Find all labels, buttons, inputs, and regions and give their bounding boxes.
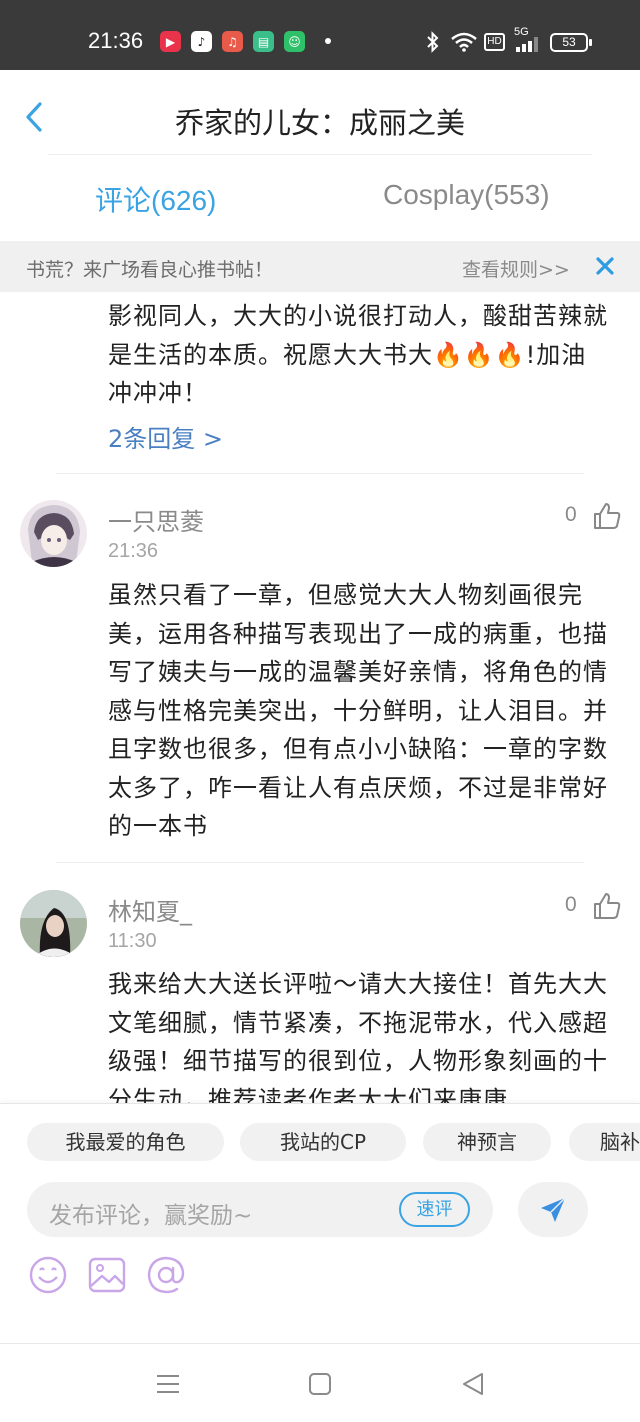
menu-icon[interactable] <box>155 1371 181 1397</box>
thumbs-up-icon[interactable] <box>592 501 622 531</box>
comment-username[interactable]: 林知夏_ <box>108 892 192 927</box>
home-icon[interactable] <box>307 1371 333 1397</box>
system-nav-bar <box>0 1343 640 1422</box>
thumbs-up-icon[interactable] <box>592 891 622 921</box>
tab-bar: 评论(626) Cosplay(553) <box>0 155 640 241</box>
comment-text: 影视同人，大大的小说很打动人，酸甜苦辣就是生活的本质。祝愿大大书大🔥🔥🔥!加油冲… <box>108 302 608 407</box>
store-app-icon: ☺ <box>284 31 305 52</box>
signal-icon <box>516 37 538 52</box>
send-button[interactable] <box>518 1182 588 1237</box>
comment-text: 虽然只看了一章，但感觉大大人物刻画很完美，运用各种描写表现出了一成的病重，也描写… <box>108 581 608 840</box>
video-app-icon: ▶ <box>160 31 181 52</box>
app-header: 乔家的儿女：成丽之美 <box>0 70 640 155</box>
image-icon[interactable] <box>87 1255 127 1295</box>
topic-chip[interactable]: 我最爱的角色 <box>27 1123 224 1161</box>
notification-dot <box>325 38 331 44</box>
comment-username[interactable]: 一只思菱 <box>108 502 204 537</box>
reader-app-icon: ▤ <box>253 31 274 52</box>
hd-badge: HD <box>484 33 505 51</box>
tiktok-app-icon: ♪ <box>191 31 212 52</box>
music-app-icon: ♫ <box>222 31 243 52</box>
status-time: 21:36 <box>88 28 144 53</box>
send-icon <box>541 1197 566 1222</box>
comment-time: 21:36 <box>108 540 159 562</box>
replies-link[interactable]: 2条回复 > <box>108 419 223 454</box>
close-icon[interactable] <box>593 253 617 279</box>
comment-time: 11:30 <box>108 930 157 952</box>
emoji-icon[interactable] <box>28 1255 68 1295</box>
quick-review-button[interactable]: 速评 <box>399 1192 470 1227</box>
like-count: 0 <box>565 503 577 526</box>
comment-text: 我来给大大送长评啦～请大大接住！首先大大文笔细腻，情节紧凑，不拖泥带水，代入感超… <box>108 970 608 1103</box>
topic-chip[interactable]: 我站的CP <box>240 1123 406 1161</box>
banner-text[interactable]: 书荒？来广场看良心推书帖！ <box>26 255 273 282</box>
tab-cosplay[interactable]: Cosplay(553) <box>383 179 550 211</box>
like-count: 0 <box>565 893 577 916</box>
comment-divider <box>56 473 584 474</box>
avatar-image <box>20 500 87 567</box>
wifi-icon <box>451 32 477 52</box>
battery-indicator: 53 <box>550 33 592 52</box>
topic-chip[interactable]: 脑补 <box>569 1123 640 1161</box>
comment-divider <box>56 862 584 863</box>
banner-rules-link[interactable]: 查看规则>> <box>462 255 570 282</box>
page-title: 乔家的儿女：成丽之美 <box>174 106 465 140</box>
avatar[interactable] <box>20 890 87 957</box>
bluetooth-icon <box>427 31 439 53</box>
promo-banner[interactable]: 书荒？来广场看良心推书帖！ 查看规则>> <box>0 241 640 292</box>
mention-icon[interactable] <box>146 1255 186 1295</box>
avatar-image <box>20 890 87 957</box>
comment-input-placeholder: 发布评论，赢奖励~ <box>49 1203 253 1229</box>
compose-panel: 我最爱的角色 我站的CP 神预言 脑补 发布评论，赢奖励~ 速评 <box>0 1103 640 1343</box>
avatar[interactable] <box>20 500 87 567</box>
status-bar: 21:36 ▶ ♪ ♫ ▤ ☺ HD 5G 53 <box>0 0 640 70</box>
back-icon[interactable] <box>460 1371 486 1397</box>
topic-chip[interactable]: 神预言 <box>423 1123 551 1161</box>
comment-input[interactable]: 发布评论，赢奖励~ 速评 <box>27 1182 493 1237</box>
tab-comments[interactable]: 评论(626) <box>95 179 216 219</box>
